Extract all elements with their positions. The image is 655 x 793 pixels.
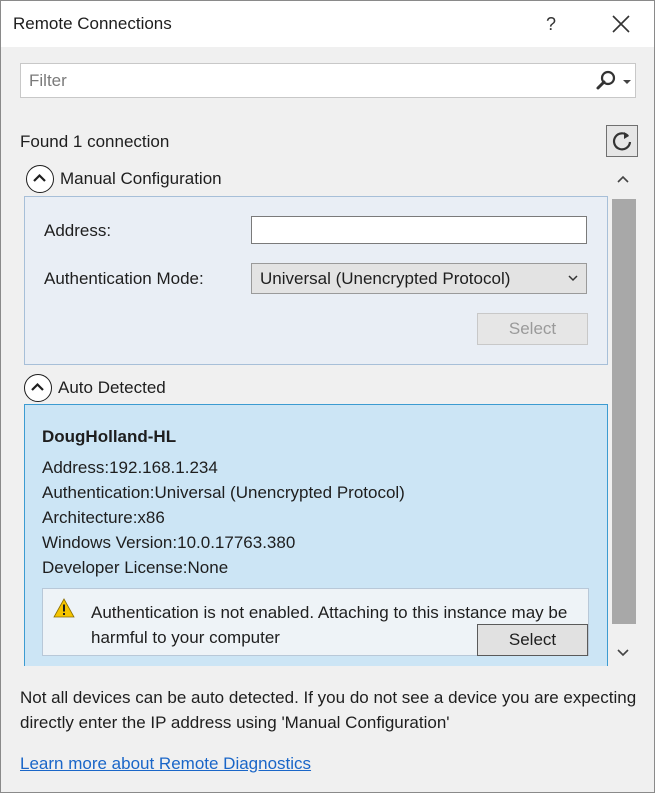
auto-detected-header[interactable]: Auto Detected [58, 378, 166, 398]
collapse-auto-button[interactable] [24, 374, 52, 402]
authentication-mode-label: Authentication Mode: [44, 269, 204, 288]
refresh-button[interactable] [606, 125, 638, 157]
close-button[interactable] [603, 9, 639, 39]
filter-input[interactable] [21, 64, 581, 97]
manual-select-button[interactable]: Select [477, 313, 588, 345]
device-architecture: Architecture:x86 [42, 508, 165, 527]
search-icon[interactable] [595, 70, 617, 92]
scrollbar-thumb[interactable] [612, 199, 636, 624]
warning-icon [53, 598, 75, 618]
window-title: Remote Connections [13, 14, 172, 33]
scroll-up-icon[interactable] [613, 169, 633, 189]
detection-note: Not all devices can be auto detected. If… [20, 688, 637, 732]
collapse-manual-button[interactable] [26, 165, 54, 193]
title-bar: Remote Connections ? [1, 1, 654, 47]
filter-box [20, 63, 636, 98]
help-button[interactable]: ? [537, 11, 565, 37]
collapse-up-icon [33, 173, 46, 182]
scroll-down-icon[interactable] [613, 642, 633, 662]
remote-connections-dialog: Remote Connections ? Found 1 connection … [0, 0, 655, 793]
auto-select-button[interactable]: Select [477, 624, 588, 656]
manual-configuration-header[interactable]: Manual Configuration [60, 169, 222, 189]
chevron-down-icon [568, 275, 578, 282]
device-address: Address:192.168.1.234 [42, 458, 218, 477]
device-developer-license: Developer License:None [42, 558, 229, 577]
address-input[interactable] [251, 216, 587, 244]
learn-more-link[interactable]: Learn more about Remote Diagnostics [20, 754, 311, 774]
connection-count: Found 1 connection [20, 132, 170, 151]
device-name: DougHolland-HL [42, 427, 177, 446]
close-icon [612, 15, 630, 33]
authentication-mode-value: Universal (Unencrypted Protocol) [260, 269, 511, 288]
address-label: Address: [44, 221, 112, 240]
authentication-mode-select[interactable]: Universal (Unencrypted Protocol) [251, 263, 587, 294]
device-windows-version: Windows Version:10.0.17763.380 [42, 533, 296, 552]
collapse-up-icon [31, 382, 44, 391]
refresh-icon [612, 132, 632, 151]
device-authentication: Authentication:Universal (Unencrypted Pr… [42, 483, 405, 502]
chevron-down-icon[interactable] [621, 73, 633, 89]
